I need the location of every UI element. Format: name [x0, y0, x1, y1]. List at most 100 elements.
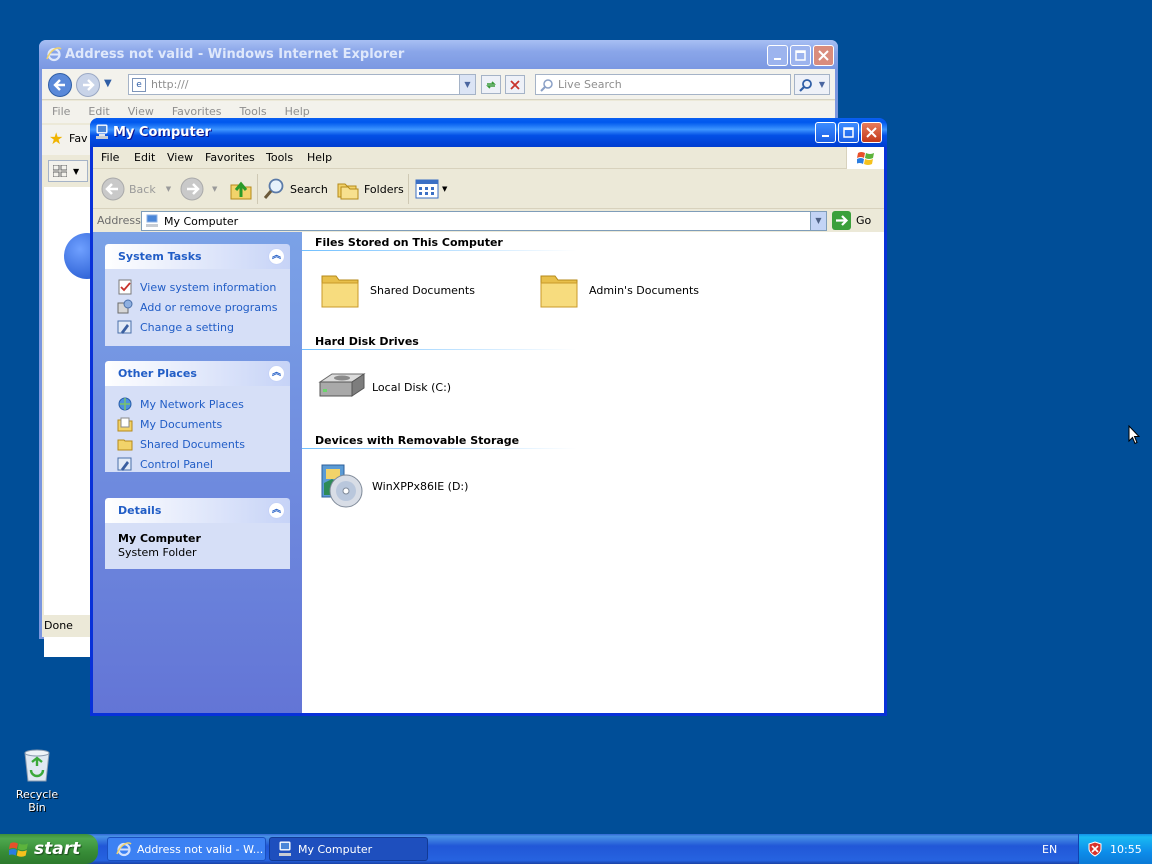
go-button[interactable]: Go	[832, 211, 871, 230]
address-dropdown-icon[interactable]: ▼	[810, 212, 826, 230]
mc-close-button[interactable]	[861, 122, 882, 143]
maximize-icon	[795, 50, 806, 61]
address-field[interactable]: My Computer ▼	[141, 211, 827, 231]
ie-window-title: Address not valid - Windows Internet Exp…	[65, 47, 405, 62]
ie-menu-file[interactable]: File	[52, 105, 70, 118]
go-arrow-icon	[832, 211, 851, 230]
ie-address-text: http:///	[151, 78, 189, 91]
ie-menu-edit[interactable]: Edit	[88, 105, 109, 118]
my-computer-window[interactable]: My Computer File Edit View Favorites Too…	[90, 118, 887, 716]
recycle-bin[interactable]: Recycle Bin	[6, 748, 68, 814]
search-options-icon[interactable]: ▼	[819, 80, 825, 89]
search-button[interactable]: Search	[262, 175, 328, 203]
collapse-chevron-icon[interactable]: ︽	[268, 248, 285, 265]
add-remove-programs-link[interactable]: Add or remove programs	[117, 297, 290, 317]
ie-recent-pages-icon[interactable]: ▼	[104, 78, 112, 89]
language-indicator[interactable]: EN	[1042, 843, 1057, 856]
change-setting-label: Change a setting	[140, 320, 234, 334]
ie-back-button[interactable]	[48, 73, 72, 97]
ie-address-field[interactable]: e http:/// ▼	[128, 74, 476, 95]
view-system-information-link[interactable]: View system information	[117, 277, 290, 297]
system-tray: 10:55	[1078, 834, 1152, 864]
search-icon	[540, 78, 553, 92]
shared-documents-folder[interactable]: Shared Documents	[320, 270, 475, 310]
local-disk-c[interactable]: Local Disk (C:)	[318, 370, 451, 404]
mc-menu-view[interactable]: View	[167, 151, 193, 164]
views-icon	[415, 179, 439, 199]
security-shield-icon[interactable]	[1087, 841, 1103, 857]
hard-disk-icon	[318, 373, 366, 397]
my-network-places-label: My Network Places	[140, 397, 244, 411]
mc-menu-edit[interactable]: Edit	[134, 151, 155, 164]
toolbar-separator	[408, 174, 409, 204]
ie-tabs-button[interactable]: ▼	[48, 160, 88, 182]
control-panel-link[interactable]: Control Panel	[117, 454, 290, 472]
my-documents-icon	[117, 417, 133, 432]
taskbar-button-ie-label: Address not valid - W...	[137, 842, 264, 856]
favorites-star-icon[interactable]: ★	[49, 129, 63, 148]
mc-menu-file[interactable]: File	[101, 151, 119, 164]
ie-page-icon: e	[132, 77, 146, 92]
views-button[interactable]: ▼	[415, 175, 447, 203]
collapse-chevron-icon[interactable]: ︽	[268, 365, 285, 382]
my-computer-small-icon	[146, 214, 158, 227]
control-panel-icon	[117, 320, 132, 334]
back-button[interactable]: Back ▼	[101, 175, 171, 203]
folders-button[interactable]: Folders	[336, 175, 404, 203]
ie-minimize-button[interactable]	[767, 45, 788, 66]
mc-menu-favorites[interactable]: Favorites	[205, 151, 255, 164]
ie-search-field[interactable]: Live Search	[535, 74, 791, 95]
mc-menu-help[interactable]: Help	[307, 151, 332, 164]
ie-stop-button[interactable]	[505, 75, 525, 94]
ie-menu-favorites[interactable]: Favorites	[172, 105, 222, 118]
my-network-places-link[interactable]: My Network Places	[117, 394, 290, 414]
search-label: Search	[290, 182, 328, 196]
change-setting-link[interactable]: Change a setting	[117, 317, 290, 337]
group-heading-removable: Devices with Removable Storage	[315, 434, 520, 447]
ie-address-dropdown-icon[interactable]: ▼	[459, 75, 475, 94]
close-icon	[866, 127, 877, 138]
local-disk-c-label: Local Disk (C:)	[372, 380, 452, 394]
ie-maximize-button[interactable]	[790, 45, 811, 66]
ie-close-button[interactable]	[813, 45, 834, 66]
details-header[interactable]: Details ︽	[105, 498, 290, 523]
my-computer-titlebar[interactable]: My Computer	[90, 118, 887, 147]
clock[interactable]: 10:55	[1110, 843, 1142, 856]
ie-titlebar[interactable]: Address not valid - Windows Internet Exp…	[39, 40, 838, 69]
start-button[interactable]: start	[0, 834, 98, 864]
ie-search-button[interactable]: ▼	[794, 74, 830, 95]
forward-button[interactable]: ▼	[180, 175, 217, 203]
ie-menu-help[interactable]: Help	[285, 105, 310, 118]
mc-menu-tools[interactable]: Tools	[266, 151, 293, 164]
ie-status-text: Done	[44, 619, 73, 632]
cd-drive-d[interactable]: WinXPPx86IE (D:)	[318, 461, 468, 511]
windows-flag-icon	[9, 842, 28, 857]
system-tasks-title: System Tasks	[118, 250, 202, 263]
up-folder-button[interactable]	[229, 175, 253, 203]
ie-refresh-button[interactable]	[481, 75, 501, 94]
ie-forward-button[interactable]	[76, 73, 100, 97]
taskbar-button-my-computer-label: My Computer	[298, 842, 373, 856]
search-go-icon	[799, 78, 812, 92]
my-computer-icon	[279, 841, 291, 856]
ie-favorites-label[interactable]: Fav	[69, 132, 88, 145]
recycle-bin-icon	[24, 749, 50, 782]
other-places-header[interactable]: Other Places ︽	[105, 361, 290, 386]
mc-minimize-button[interactable]	[815, 122, 836, 143]
ie-menu-tools[interactable]: Tools	[240, 105, 267, 118]
recycle-bin-label: Recycle Bin	[15, 788, 59, 814]
taskbar-button-my-computer[interactable]: My Computer	[269, 837, 428, 861]
up-folder-icon	[230, 181, 252, 200]
system-tasks-header[interactable]: System Tasks ︽	[105, 244, 290, 269]
shared-documents-link[interactable]: Shared Documents	[117, 434, 290, 454]
group-divider	[302, 250, 577, 251]
details-title: Details	[118, 504, 162, 517]
mc-maximize-button[interactable]	[838, 122, 859, 143]
refresh-icon	[486, 80, 496, 89]
ie-menu-view[interactable]: View	[128, 105, 154, 118]
collapse-chevron-icon[interactable]: ︽	[268, 502, 285, 519]
my-documents-link[interactable]: My Documents	[117, 414, 290, 434]
admins-documents-folder[interactable]: Admin's Documents	[539, 270, 699, 310]
taskbar-button-ie[interactable]: Address not valid - W...	[107, 837, 266, 861]
network-places-icon	[118, 397, 132, 411]
